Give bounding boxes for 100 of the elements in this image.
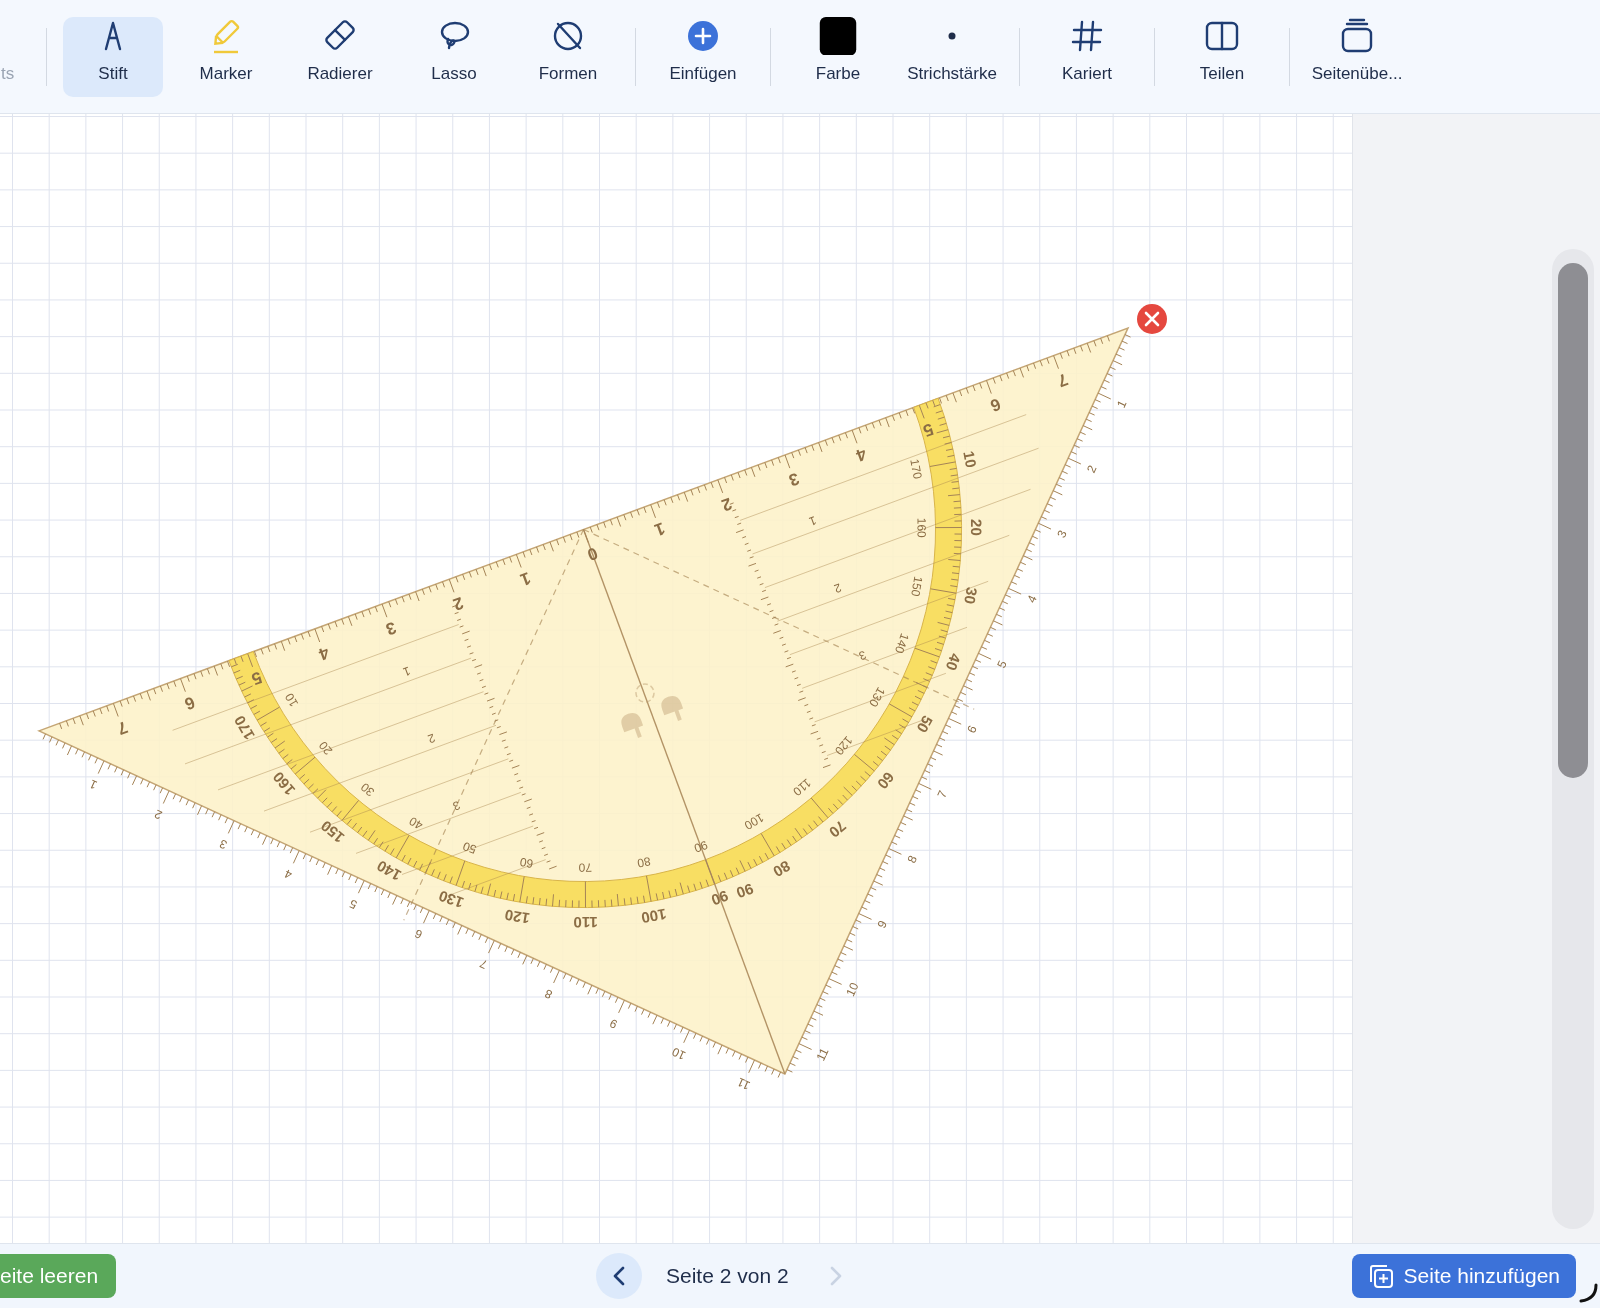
add-page-icon: [1367, 1263, 1394, 1289]
scale-label: 11: [813, 1045, 832, 1064]
scale-label: 10: [960, 449, 981, 469]
scale-label: 40: [406, 813, 426, 833]
scale-label: 6: [412, 926, 425, 942]
scale-label: 30: [961, 586, 981, 606]
close-button[interactable]: [1137, 304, 1167, 334]
scale-label: 2: [425, 730, 438, 747]
dot-icon: [948, 32, 956, 40]
scale-label: 160: [914, 517, 929, 538]
scale-label: 2: [152, 806, 165, 823]
scale-label: 8: [904, 853, 921, 866]
scale-label: 11: [735, 1074, 753, 1093]
scale-label: 9: [874, 918, 891, 931]
scrollbar-track[interactable]: [1552, 249, 1594, 1229]
scrollbar-thumb[interactable]: [1558, 263, 1588, 778]
pages-icon: [1339, 17, 1375, 55]
scale-label: 70: [578, 860, 592, 875]
scale-label: 20: [316, 738, 336, 758]
scale-label: 5: [920, 419, 937, 441]
scale-label: 130: [436, 887, 466, 912]
scale-label: 7: [114, 717, 131, 739]
rotate-icon: [635, 683, 655, 703]
scale-label: 90: [734, 880, 756, 902]
scale-label: 3: [786, 468, 802, 490]
tool-button[interactable]: Seitenübe...: [1301, 16, 1413, 97]
tool-button[interactable]: Radierer: [284, 16, 396, 97]
scale-label: 0: [584, 543, 601, 565]
scale-label: 3: [856, 647, 869, 664]
scale-label: 7: [1054, 369, 1071, 391]
tool-button[interactable]: Formen: [512, 16, 624, 97]
scale-label: 60: [518, 854, 535, 871]
scale-label: 2: [450, 593, 466, 615]
scale-label: 6: [181, 692, 198, 714]
tool-button[interactable]: Stift: [63, 16, 163, 97]
scale-label: 110: [573, 913, 598, 932]
scale-label: 150: [317, 817, 348, 847]
scale-label: 60: [874, 768, 898, 793]
scale-label: 100: [741, 810, 767, 833]
scale-label: 2: [719, 493, 735, 515]
scale-label: 10: [669, 1044, 688, 1063]
color-swatch-icon: [817, 16, 859, 55]
tool-button[interactable]: Kariert: [1031, 16, 1143, 97]
scale-label: 1: [87, 776, 100, 793]
tool-button[interactable]: Teilen: [1166, 16, 1278, 97]
scale-label: 3: [450, 797, 462, 814]
scale-label: 10: [282, 690, 301, 710]
scale-label: 140: [373, 857, 404, 885]
scale-label: 170: [230, 712, 258, 743]
scale-label: 1: [1113, 398, 1130, 410]
scale-label: 2: [832, 580, 844, 596]
tool-button[interactable]: Marker: [170, 16, 282, 97]
scale-label: 170: [907, 457, 925, 481]
scale-label: 6: [964, 723, 980, 736]
scale-label: 160: [269, 768, 299, 799]
scale-label: 5: [994, 658, 1010, 671]
scale-label: 140: [891, 631, 912, 656]
scale-label: 1: [517, 568, 534, 590]
scale-label: 70: [825, 817, 850, 842]
scale-label: 80: [636, 854, 652, 871]
scale-label: 5: [347, 896, 360, 912]
scale-label: 50: [913, 712, 937, 736]
scale-label: 8: [542, 986, 555, 1002]
scale-label: 130: [866, 684, 889, 710]
scale-label: 90: [692, 837, 710, 856]
tool-button[interactable]: Strichstärke: [896, 16, 1008, 97]
scale-label: 1: [651, 518, 668, 540]
chevron-left-icon: [611, 1265, 627, 1287]
scale-label: 3: [1054, 528, 1070, 541]
scale-label: 80: [770, 857, 794, 881]
scale-label: 1: [807, 513, 819, 529]
scale-label: 10: [843, 980, 862, 999]
scale-label: 50: [460, 838, 479, 857]
scale-label: 4: [853, 443, 869, 466]
scale-label: 3: [383, 617, 399, 639]
scale-label: 110: [790, 775, 814, 799]
scale-label: 40: [942, 651, 965, 673]
scale-label: 7: [477, 956, 490, 972]
tool-button[interactable]: Lasso: [398, 16, 510, 97]
scale-label: 2: [1084, 463, 1100, 475]
scale-label: 4: [1024, 593, 1040, 606]
scale-label: 120: [831, 733, 856, 758]
corner-handle-icon[interactable]: [1578, 1282, 1598, 1303]
page-indicator: Seite 2 von 2: [666, 1263, 789, 1290]
scale-label: 6: [987, 394, 1004, 416]
scale-label: 100: [639, 905, 668, 927]
add-page-button[interactable]: Seite hinzufügen: [1351, 1254, 1576, 1298]
scale-label: 1: [401, 663, 413, 680]
scale-label: 4: [282, 866, 295, 882]
scale-label: 20: [967, 519, 986, 536]
scale-label: 3: [217, 836, 230, 853]
tool-button[interactable]: Einfügen: [647, 16, 759, 97]
scale-label: 9: [607, 1016, 620, 1032]
scale-label: 4: [316, 642, 332, 664]
tool-button[interactable]: Farbe: [782, 16, 894, 97]
scale-label: 150: [908, 575, 926, 598]
previous-page-button[interactable]: [596, 1253, 642, 1299]
scale-label: 7: [934, 788, 950, 801]
scale-label: 120: [503, 906, 532, 928]
scale-label: 5: [248, 667, 265, 689]
